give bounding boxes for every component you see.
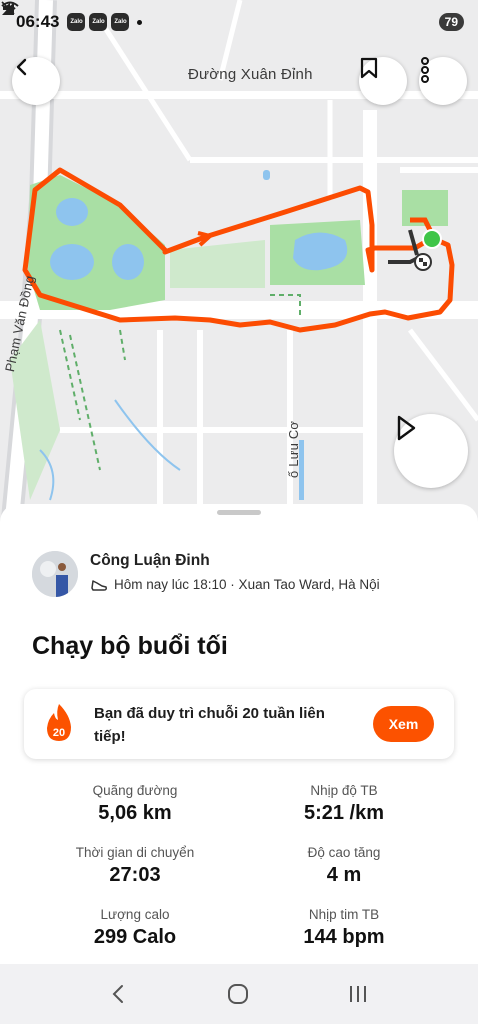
athlete-photo [32, 551, 78, 597]
stat-value: 4 m [326, 864, 362, 886]
flyover-play-button[interactable] [394, 414, 468, 488]
status-bar: 06:43 Zalo Zalo Zalo 79 [0, 0, 478, 44]
stat-value: 5,06 km [98, 802, 172, 824]
stat-elevation-gain: Độ cao tăng 4 m [244, 845, 444, 887]
stat-label: Nhịp độ TB [310, 783, 378, 798]
chevron-left-icon [16, 58, 27, 76]
route-start-marker [422, 229, 442, 249]
back-nav-icon[interactable] [109, 983, 129, 1005]
play-icon [397, 415, 416, 441]
streak-card[interactable]: 20 Bạn đã duy trì chuỗi 20 tuần liên tiế… [24, 689, 454, 759]
activity-meta: Hôm nay lúc 18:10 · Xuan Tao Ward, Hà Nộ… [90, 577, 380, 592]
stat-calories: Lượng calo 299 Calo [35, 907, 235, 949]
stat-value: 5:21 /km [303, 802, 385, 824]
stat-value: 299 Calo [93, 926, 177, 948]
recent-apps-nav-icon[interactable] [347, 983, 369, 1005]
stat-avg-pace: Nhịp độ TB 5:21 /km [244, 783, 444, 825]
zalo-notification-icon: Zalo [67, 13, 86, 31]
zalo-notification-icon: Zalo [89, 13, 108, 31]
stat-label: Nhịp tim TB [308, 907, 380, 922]
stat-distance: Quãng đường 5,06 km [35, 783, 235, 825]
running-shoe-icon [91, 579, 107, 591]
battery-indicator: 79 [438, 13, 464, 31]
system-navigation-bar [0, 964, 478, 1024]
streak-count: 20 [53, 727, 65, 739]
view-streak-button[interactable]: Xem [373, 706, 434, 742]
back-button[interactable] [12, 57, 60, 105]
activity-date-location: Hôm nay lúc 18:10 · Xuan Tao Ward, Hà Nộ… [114, 577, 380, 592]
streak-message: Bạn đã duy trì chuỗi 20 tuần liên tiếp! [94, 705, 325, 745]
stat-value: 144 bpm [303, 926, 385, 948]
save-route-button[interactable] [359, 57, 407, 105]
more-vertical-icon [421, 57, 429, 83]
stat-moving-time: Thời gian di chuyển 27:03 [35, 845, 235, 887]
zalo-notification-icon: Zalo [111, 13, 130, 31]
bookmark-icon [360, 57, 378, 79]
activity-details-sheet: Công Luận Đinh Hôm nay lúc 18:10 · Xuan … [0, 504, 478, 964]
stat-label: Thời gian di chuyển [75, 845, 195, 860]
more-notifications-icon [137, 19, 143, 25]
signal-icon [2, 2, 14, 15]
map-street-label: Đường Xuân Đỉnh [188, 66, 313, 83]
stat-value: 27:03 [109, 864, 161, 886]
avatar[interactable] [32, 551, 78, 597]
home-nav-icon[interactable] [227, 983, 249, 1005]
route-map[interactable]: Đường Xuân Đỉnh Phạm Văn Đồng ố Lưu Cơ 0… [0, 0, 478, 540]
map-street-label: ố Lưu Cơ [286, 420, 301, 478]
stat-label: Lượng calo [100, 907, 170, 922]
streak-flame-icon: 20 [47, 704, 71, 741]
clock: 06:43 [16, 12, 60, 31]
activity-title: Chạy bộ buổi tối [32, 632, 228, 660]
stat-label: Quãng đường [92, 783, 178, 798]
athlete-name[interactable]: Công Luận Đinh [90, 552, 210, 570]
activity-screen: Đường Xuân Đỉnh Phạm Văn Đồng ố Lưu Cơ 0… [0, 0, 478, 1024]
stat-avg-heart-rate: Nhịp tim TB 144 bpm [244, 907, 444, 949]
more-options-button[interactable] [419, 57, 467, 105]
stat-label: Độ cao tăng [307, 845, 381, 860]
drag-handle[interactable] [217, 510, 261, 515]
